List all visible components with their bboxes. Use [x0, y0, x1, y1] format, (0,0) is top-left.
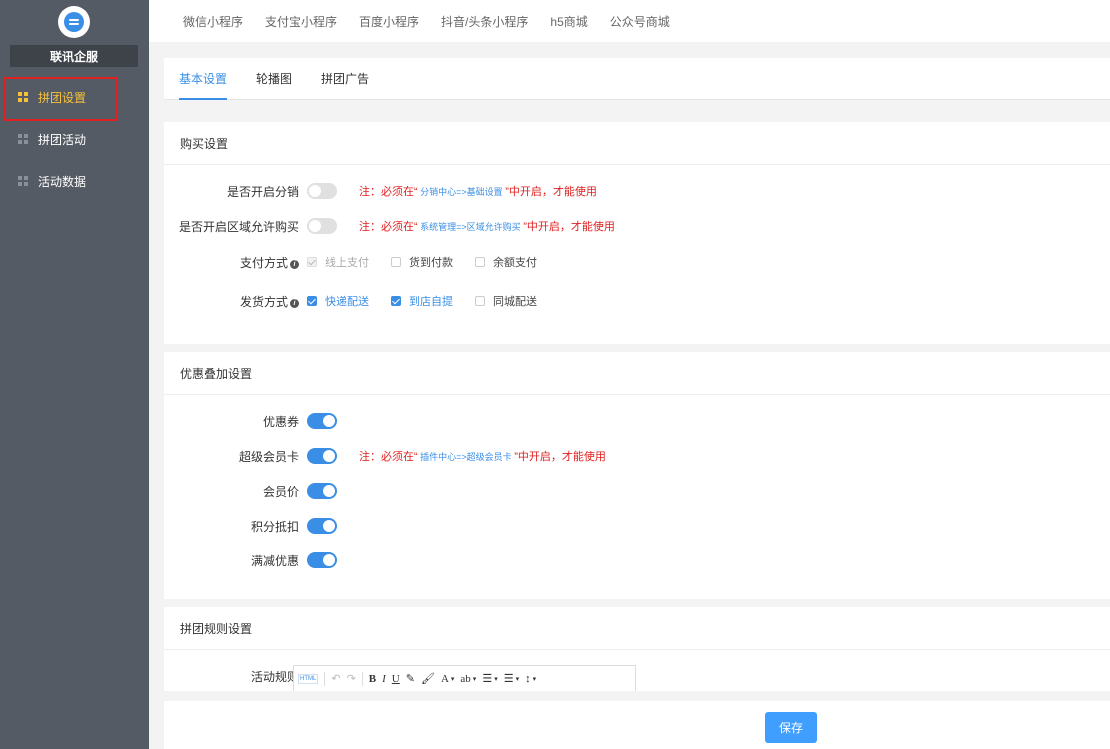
- sidebar-item-label: 拼团活动: [38, 132, 87, 147]
- logo-icon: [64, 12, 84, 32]
- top-nav: 微信小程序 支付宝小程序 百度小程序 抖音/头条小程序 h5商城 公众号商城: [149, 0, 1110, 42]
- vip-card-row: 超级会员卡 注：必须在“ 插件中心=>超级会员卡 ”中开启，才能使用: [164, 445, 1110, 467]
- pay-cod-checkbox[interactable]: 货到付款: [391, 254, 453, 270]
- distribution-note: 注：必须在“ 分销中心=>基础设置 ”中开启，才能使用: [359, 186, 597, 198]
- distribution-row: 是否开启分销 注：必须在“ 分销中心=>基础设置 ”中开启，才能使用: [164, 180, 1110, 202]
- pay-online-checkbox[interactable]: 线上支付: [307, 254, 369, 270]
- info-icon: i: [290, 259, 299, 269]
- card-title: 优惠叠加设置: [164, 352, 1110, 395]
- topnav-baidu[interactable]: 百度小程序: [359, 13, 419, 30]
- member-price-switch[interactable]: [307, 483, 337, 499]
- distribution-switch[interactable]: [307, 183, 337, 199]
- redo-icon[interactable]: ↷: [347, 672, 356, 685]
- rich-text-toolbar: HTML ↶ ↷ B I U ✎ 🖌 A ▾ ab ▾ ☰ ▾ ☰ ▾ ↕ ▾: [293, 665, 636, 691]
- topnav-wechat[interactable]: 微信小程序: [183, 13, 243, 30]
- region-purchase-note: 注：必须在“ 系统管理=>区域允许购买 ”中开启，才能使用: [359, 221, 615, 233]
- sidebar-item-activity-data[interactable]: 活动数据: [0, 161, 149, 201]
- sidebar-item-label: 拼团设置: [38, 90, 87, 105]
- topnav-official-account[interactable]: 公众号商城: [610, 13, 670, 30]
- field-label: 会员价: [262, 484, 299, 499]
- field-label: 超级会员卡: [238, 449, 299, 464]
- bold-icon[interactable]: B: [369, 673, 376, 685]
- info-icon: i: [290, 298, 299, 308]
- topnav-douyin[interactable]: 抖音/头条小程序: [441, 13, 528, 30]
- save-button[interactable]: 保存: [765, 712, 817, 743]
- logo: [58, 6, 90, 38]
- points-deduction-switch[interactable]: [307, 518, 337, 534]
- card-title: 拼团规则设置: [164, 607, 1110, 650]
- font-color-icon[interactable]: A: [441, 673, 449, 685]
- topnav-alipay[interactable]: 支付宝小程序: [265, 13, 337, 30]
- footer-bar: 保存: [164, 701, 1110, 749]
- topnav-h5[interactable]: h5商城: [550, 13, 587, 30]
- settings-tabs: 基本设置 轮播图 拼团广告: [164, 58, 1110, 100]
- ship-pickup-checkbox[interactable]: 到店自提: [391, 293, 453, 309]
- field-label: 优惠券: [262, 414, 299, 429]
- card-title: 购买设置: [164, 122, 1110, 165]
- unordered-list-icon[interactable]: ☰: [504, 672, 514, 685]
- line-height-icon[interactable]: ↕: [525, 673, 531, 685]
- italic-icon[interactable]: I: [382, 673, 386, 685]
- field-label: 发货方式 i: [164, 293, 307, 310]
- field-label: 满减优惠: [250, 553, 299, 568]
- vip-card-note: 注：必须在“ 插件中心=>超级会员卡 ”中开启，才能使用: [359, 451, 606, 463]
- field-label: 活动规则: [250, 669, 299, 684]
- points-deduction-row: 积分抵扣: [164, 515, 1110, 537]
- shipping-method-row: 发货方式 i 快递配送 到店自提 同城配送: [164, 290, 1110, 312]
- field-label: 是否开启区域允许购买: [178, 219, 299, 234]
- sidebar: 联讯企服 拼团设置 拼团活动 活动数据: [0, 0, 149, 749]
- sidebar-item-group-settings[interactable]: 拼团设置: [0, 77, 149, 121]
- grid-icon: [18, 92, 28, 102]
- html-source-button[interactable]: HTML: [298, 673, 319, 684]
- field-label: 支付方式 i: [164, 254, 307, 271]
- grid-icon: [18, 176, 28, 186]
- sidebar-item-label: 活动数据: [38, 174, 87, 189]
- region-purchase-row: 是否开启区域允许购买 注：必须在“ 系统管理=>区域允许购买 ”中开启，才能使用: [164, 215, 1110, 237]
- underline-icon[interactable]: U: [392, 673, 400, 685]
- coupon-row: 优惠券: [164, 410, 1110, 432]
- discount-stacking-card: 优惠叠加设置 优惠券 超级会员卡 注：必须在“ 插件中心=>超级会员卡 ”中开启…: [164, 352, 1110, 599]
- highlight-icon[interactable]: ab: [460, 673, 470, 685]
- tab-carousel[interactable]: 轮播图: [256, 58, 292, 99]
- format-brush-icon[interactable]: 🖌: [421, 672, 435, 685]
- ordered-list-icon[interactable]: ☰: [482, 672, 492, 685]
- field-label: 是否开启分销: [226, 184, 299, 199]
- full-reduction-switch[interactable]: [307, 552, 337, 568]
- vip-card-switch[interactable]: [307, 448, 337, 464]
- pay-balance-checkbox[interactable]: 余额支付: [475, 254, 537, 270]
- tab-basic-settings[interactable]: 基本设置: [179, 58, 228, 100]
- ship-local-checkbox[interactable]: 同城配送: [475, 293, 537, 309]
- full-reduction-row: 满减优惠: [164, 549, 1110, 571]
- grid-icon: [18, 134, 28, 144]
- region-purchase-switch[interactable]: [307, 218, 337, 234]
- payment-method-row: 支付方式 i 线上支付 货到付款 余额支付: [164, 251, 1110, 273]
- tab-group-ads[interactable]: 拼团广告: [321, 58, 369, 99]
- brand-name: 联讯企服: [10, 45, 138, 67]
- eraser-icon[interactable]: ✎: [406, 672, 415, 685]
- member-price-row: 会员价: [164, 480, 1110, 502]
- coupon-switch[interactable]: [307, 413, 337, 429]
- field-label: 积分抵扣: [250, 519, 299, 534]
- ship-express-checkbox[interactable]: 快递配送: [307, 293, 369, 309]
- purchase-settings-card: 购买设置 是否开启分销 注：必须在“ 分销中心=>基础设置 ”中开启，才能使用 …: [164, 122, 1110, 344]
- undo-icon[interactable]: ↶: [331, 672, 340, 685]
- sidebar-item-group-activity[interactable]: 拼团活动: [0, 119, 149, 159]
